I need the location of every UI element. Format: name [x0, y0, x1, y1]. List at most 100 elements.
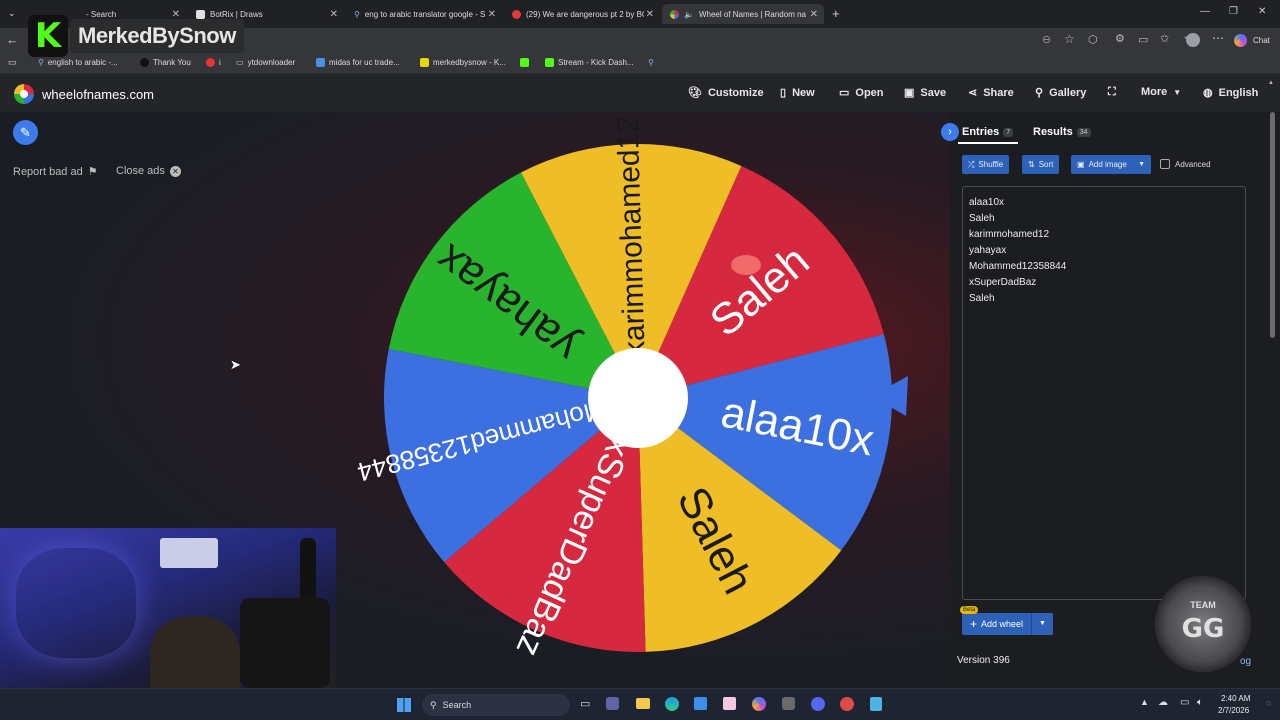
page-options-icon[interactable]: ⊖	[1042, 33, 1051, 46]
shuffle-button[interactable]: ⤮ Shuffle	[962, 155, 1010, 174]
language-button[interactable]: ◍ English	[1203, 86, 1258, 100]
chat-button[interactable]: Chat	[1253, 36, 1270, 45]
palette-icon: 🎨︎	[688, 87, 702, 99]
bookmark-item[interactable]	[520, 58, 529, 67]
add-wheel-button[interactable]: + Add wheel ▼	[962, 613, 1053, 635]
new-button[interactable]: ▯ New	[780, 86, 815, 100]
bookmark-item[interactable]: merkedbysnow - K...	[420, 58, 506, 67]
advanced-checkbox[interactable]: Advanced	[1160, 159, 1211, 169]
more-button[interactable]: More ▼	[1141, 86, 1181, 98]
sort-button[interactable]: ⇅ Sort	[1022, 155, 1060, 174]
tray-icon[interactable]: ▭	[1180, 697, 1189, 708]
tray-overflow-icon[interactable]: ▲	[1140, 697, 1149, 707]
bookmark-item[interactable]: Stream - Kick Dash...	[545, 58, 634, 67]
wheel[interactable]: Salehalaa10xSalehxSuperDadBazMohammed123…	[340, 112, 940, 688]
app-icon[interactable]	[840, 697, 854, 711]
search-icon[interactable]: ⚲	[648, 58, 654, 67]
chevron-down-icon[interactable]: ▼	[1031, 613, 1053, 635]
search-icon: ⚲	[38, 58, 44, 67]
folder-icon: ▭	[839, 87, 850, 99]
site-logo[interactable]: wheelofnames.com	[14, 84, 154, 104]
entries-textarea[interactable]: alaa10x Saleh karimmohamed12 yahayax Moh…	[962, 186, 1246, 600]
changelog-link[interactable]: og	[1240, 656, 1251, 667]
notepad-icon[interactable]	[870, 697, 882, 711]
clock-date[interactable]: 2/7/2026	[1218, 706, 1249, 715]
tab-entries[interactable]: Entries 7	[962, 126, 1014, 138]
close-tab-icon[interactable]: ✕	[488, 9, 496, 20]
clock-time[interactable]: 2:40 AM	[1221, 694, 1250, 703]
edit-pencil-button[interactable]: ✎	[13, 120, 38, 145]
share-button[interactable]: ⋖ Share	[968, 86, 1014, 100]
fullscreen-icon: ⛶	[1108, 86, 1116, 98]
tab-youtube[interactable]: (29) We are dangerous pt 2 by BO ✕	[504, 4, 660, 24]
split-view-icon[interactable]: ▭	[1138, 33, 1148, 46]
close-ads-link[interactable]: Close ads ✕	[116, 165, 181, 177]
restore-icon[interactable]: ❐	[1229, 6, 1238, 17]
tray-icon[interactable]: ☁	[1158, 697, 1168, 708]
bookmark-star-icon[interactable]: ☆	[1064, 32, 1075, 46]
collapse-panel-button[interactable]: ›	[941, 123, 959, 141]
back-icon[interactable]: ←	[6, 32, 19, 47]
copilot-icon[interactable]	[752, 697, 766, 711]
favorites-icon[interactable]: ✩	[1160, 32, 1169, 45]
notifications-icon[interactable]: ◌	[1266, 698, 1271, 708]
taskbar-search[interactable]: ⚲ Search	[422, 694, 570, 716]
entry-line: yahayax	[969, 245, 1007, 256]
tab-wheel-of-names[interactable]: 🔈 Wheel of Names | Random na ✕	[662, 4, 824, 24]
version-label: Version 396	[957, 655, 1010, 666]
entry-line: xSuperDadBaz	[969, 277, 1037, 288]
sort-icon: ⇅	[1028, 160, 1035, 169]
fullscreen-button[interactable]: ⛶	[1108, 86, 1116, 99]
folder-icon: ▭	[236, 58, 244, 67]
wheel-center-hub[interactable]	[588, 348, 688, 448]
app-icon[interactable]	[723, 697, 736, 710]
file-explorer-icon[interactable]	[636, 698, 650, 709]
chevron-down-icon: ▼	[1138, 161, 1145, 168]
apps-icon[interactable]: ▭	[8, 57, 17, 68]
close-tab-icon[interactable]: ✕	[646, 9, 654, 20]
close-tab-icon[interactable]: ✕	[330, 9, 338, 20]
bookmark-item[interactable]: ▭ ytdownloader	[236, 58, 295, 67]
close-window-icon[interactable]: ✕	[1258, 6, 1266, 17]
add-image-button[interactable]: ▣ Add image ▼	[1071, 155, 1151, 174]
tab-list-icon[interactable]: ⌄	[8, 8, 16, 19]
plus-icon: +	[970, 617, 978, 631]
tab-results[interactable]: Results 34	[1033, 126, 1091, 138]
bookmark-item[interactable]: midas for uc trade...	[316, 58, 400, 67]
page-scrollbar[interactable]: ▲	[1268, 80, 1278, 688]
bookmark-favicon	[316, 58, 325, 67]
streamer-logo-overlay: K MerkedBySnow	[28, 14, 268, 58]
extension-icon[interactable]: ⬡	[1088, 33, 1098, 46]
report-bad-ad-link[interactable]: Report bad ad ⚑	[13, 165, 98, 179]
entry-line: Saleh	[969, 213, 995, 224]
edge-icon[interactable]	[665, 697, 679, 711]
discord-icon[interactable]	[811, 697, 825, 711]
save-icon: ▣	[904, 87, 915, 99]
open-button[interactable]: ▭ Open	[839, 86, 884, 100]
extensions-icon[interactable]: ⚙	[1115, 32, 1125, 45]
store-icon[interactable]	[694, 697, 707, 710]
customize-button[interactable]: 🎨︎ Customize	[688, 86, 764, 100]
bookmark-item[interactable]: i	[206, 58, 221, 67]
close-tab-icon[interactable]: ✕	[810, 9, 818, 20]
windows-start-icon[interactable]	[397, 698, 411, 712]
copilot-icon[interactable]	[1234, 34, 1247, 47]
avatar[interactable]	[1186, 33, 1200, 47]
teams-icon[interactable]	[606, 697, 619, 710]
speaker-icon[interactable]: 🔈︎	[1197, 697, 1203, 708]
search-icon: ⚲	[1035, 87, 1044, 99]
save-button[interactable]: ▣ Save	[904, 86, 946, 100]
taskview-icon[interactable]: ▭	[580, 697, 590, 710]
bookmark-item[interactable]: ⚲ english to arabic -...	[38, 58, 118, 67]
tab-translator[interactable]: ⚲ eng to arabic translator google - S ✕	[346, 4, 502, 24]
minimize-icon[interactable]: —	[1200, 6, 1210, 17]
speaker-icon[interactable]: 🔈	[684, 10, 694, 19]
bookmark-item[interactable]: Thank You	[140, 58, 191, 67]
entry-line: Mohammed12358844	[969, 261, 1067, 272]
new-tab-icon[interactable]: +	[832, 6, 840, 21]
wheel-logo-icon	[14, 84, 34, 104]
menu-icon[interactable]: ⋯	[1212, 31, 1224, 45]
gallery-button[interactable]: ⚲ Gallery	[1035, 86, 1086, 100]
app-icon[interactable]	[782, 697, 795, 710]
globe-icon: ◍	[1203, 87, 1213, 99]
